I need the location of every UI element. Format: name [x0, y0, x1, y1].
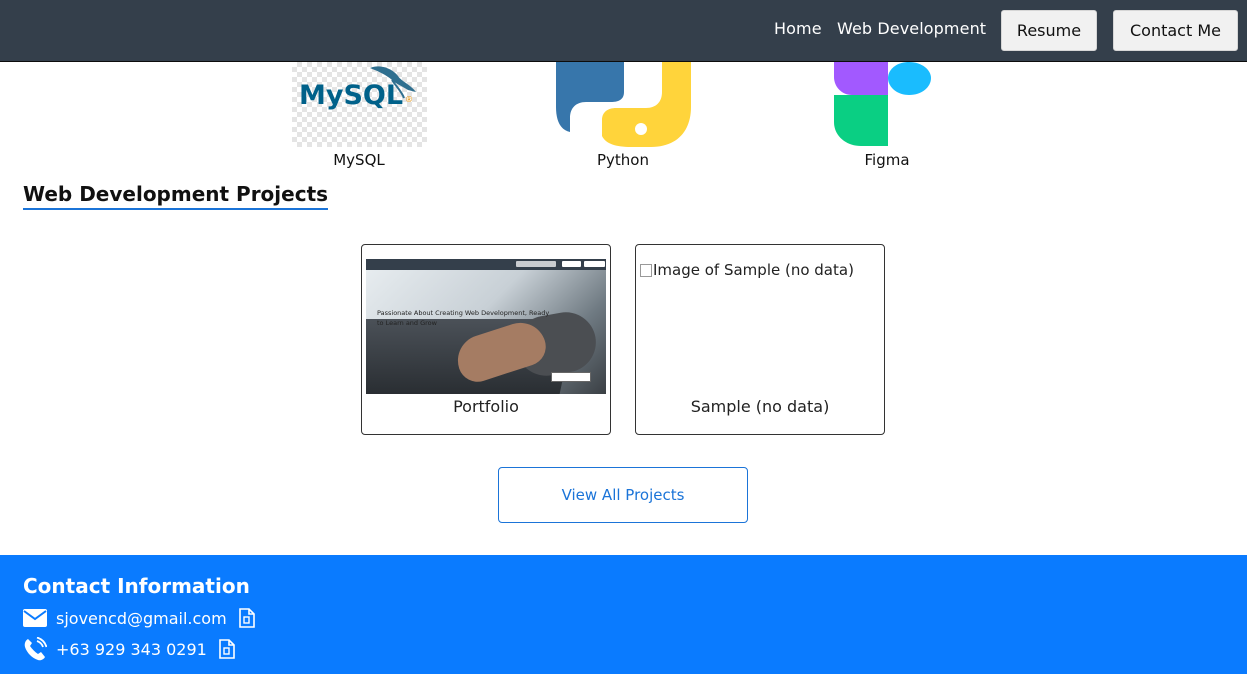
figma-logo: [834, 62, 934, 148]
resume-button[interactable]: Resume: [1001, 10, 1097, 51]
svg-text:®: ®: [405, 95, 413, 104]
envelope-icon: [23, 606, 47, 630]
skill-label-python: Python: [597, 151, 649, 169]
view-all-projects-button[interactable]: View All Projects: [498, 467, 748, 523]
project-thumbnail-portfolio: Passionate About Creating Web Developmen…: [366, 259, 606, 394]
mysql-logo-text: MySQL: [299, 80, 403, 111]
contact-me-button[interactable]: Contact Me: [1113, 10, 1238, 51]
python-logo: [556, 62, 691, 147]
project-title-portfolio: Portfolio: [453, 397, 519, 416]
section-title-web-development-projects: Web Development Projects: [23, 182, 329, 210]
project-card-sample[interactable]: Image of Sample (no data) Sample (no dat…: [635, 244, 885, 435]
contact-row-email: sjovencd@gmail.com: [23, 606, 256, 630]
broken-image-icon: [640, 263, 652, 277]
footer-title: Contact Information: [23, 574, 250, 598]
image-alt-text: Image of Sample (no data): [653, 261, 854, 279]
contact-row-phone: +63 929 343 0291: [23, 637, 236, 661]
project-title-sample: Sample (no data): [690, 397, 830, 416]
mysql-logo: MySQL ®: [292, 62, 427, 147]
skill-label-figma: Figma: [864, 151, 910, 169]
navbar: Home Web Development Resume Contact Me: [0, 0, 1247, 62]
broken-image-sample: Image of Sample (no data): [640, 261, 854, 279]
nav-link-home[interactable]: Home: [774, 19, 822, 38]
phone-icon: [23, 637, 47, 661]
contact-phone[interactable]: +63 929 343 0291: [56, 640, 207, 659]
contact-email[interactable]: sjovencd@gmail.com: [56, 609, 227, 628]
copy-icon[interactable]: [238, 608, 256, 628]
copy-icon[interactable]: [218, 639, 236, 659]
thumbnail-headline: Passionate About Creating Web Developmen…: [377, 309, 550, 327]
nav-link-web-development[interactable]: Web Development: [837, 19, 986, 38]
project-card-portfolio[interactable]: Passionate About Creating Web Developmen…: [361, 244, 611, 435]
footer-contact: Contact Information sjovencd@gmail.com +…: [0, 555, 1247, 674]
skill-label-mysql: MySQL: [333, 151, 385, 169]
